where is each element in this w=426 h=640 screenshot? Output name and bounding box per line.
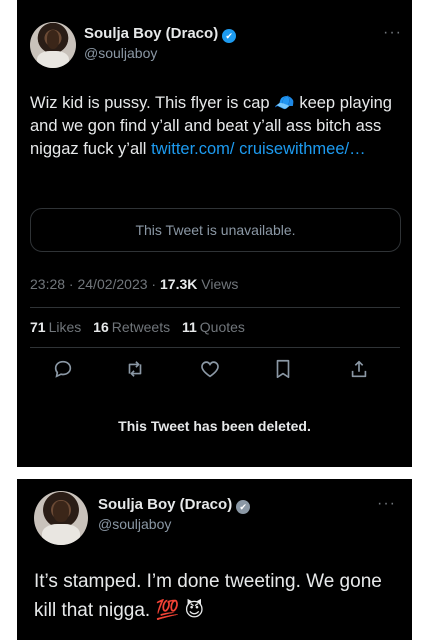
divider bbox=[30, 307, 400, 308]
author-name[interactable]: Soulja Boy (Draco) ✔ bbox=[84, 25, 237, 43]
reply-icon[interactable] bbox=[52, 358, 74, 380]
timestamp[interactable]: 23:28 · 24/02/2023 · bbox=[30, 276, 160, 292]
verified-badge-icon: ✔ bbox=[236, 500, 251, 514]
like-icon[interactable] bbox=[199, 358, 221, 380]
likes-stat[interactable]: 71 Likes bbox=[30, 319, 81, 335]
avatar[interactable] bbox=[30, 22, 76, 68]
tweet-text: It’s stamped. I’m done tweeting. We gone… bbox=[34, 571, 382, 621]
bookmark-icon[interactable] bbox=[272, 358, 294, 380]
tweet-link[interactable]: twitter.com/ cruisewithmee/… bbox=[151, 140, 366, 158]
quotes-stat[interactable]: 11 Quotes bbox=[182, 319, 245, 335]
retweet-icon[interactable] bbox=[124, 358, 146, 380]
views-count: 17.3K bbox=[160, 276, 198, 292]
views-label: Views bbox=[197, 276, 239, 292]
tweet-card-1: Soulja Boy (Draco) ✔ @souljaboy ··· Wiz k… bbox=[17, 0, 412, 467]
tweet-text: Wiz kid is pussy. This flyer is cap 🧢 ke… bbox=[30, 94, 392, 158]
engagement-stats: 71 Likes 16 Retweets 11 Quotes bbox=[30, 319, 245, 335]
tweet-meta: 23:28 · 24/02/2023 · 17.3K Views bbox=[30, 276, 238, 292]
tweet-card-2: Soulja Boy (Draco) ✔ @souljaboy ··· It’s … bbox=[17, 479, 412, 640]
avatar[interactable] bbox=[34, 491, 88, 545]
divider bbox=[30, 347, 400, 348]
quoted-tweet-unavailable: This Tweet is unavailable. bbox=[30, 208, 401, 252]
more-options-icon[interactable]: ··· bbox=[383, 24, 402, 42]
action-bar bbox=[52, 358, 382, 382]
author-name[interactable]: Soulja Boy (Draco) ✔ bbox=[98, 496, 251, 514]
author-handle[interactable]: @souljaboy bbox=[98, 516, 171, 532]
tweet-deleted-notice: This Tweet has been deleted. bbox=[118, 418, 311, 434]
retweets-stat[interactable]: 16 Retweets bbox=[93, 319, 170, 335]
verified-badge-icon: ✔ bbox=[222, 29, 237, 43]
more-options-icon[interactable]: ··· bbox=[377, 495, 396, 513]
author-handle[interactable]: @souljaboy bbox=[84, 45, 157, 61]
share-icon[interactable] bbox=[348, 358, 370, 380]
